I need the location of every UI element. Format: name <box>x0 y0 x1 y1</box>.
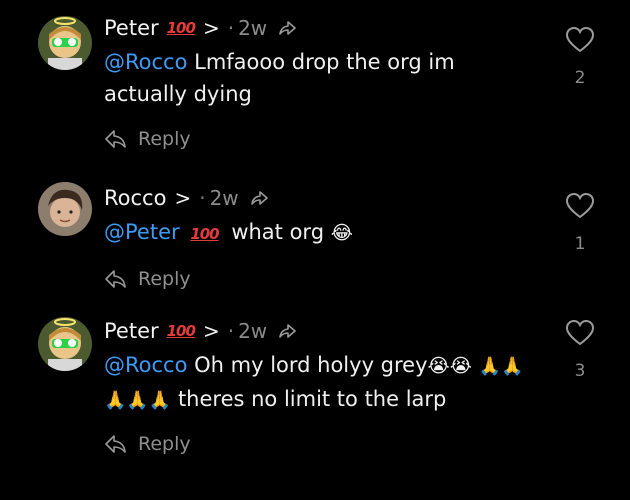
separator-dot: · <box>199 186 206 210</box>
reply-arrow-icon <box>105 130 126 148</box>
reply-button[interactable]: Reply <box>104 128 534 150</box>
author-name[interactable]: Peter <box>104 16 159 40</box>
comment-header: Peter 100 > · 2w <box>104 315 534 347</box>
like-count: 1 <box>574 234 586 254</box>
author-name[interactable]: Rocco <box>104 186 166 210</box>
laughing-emoji-icon: 😂 <box>330 222 353 244</box>
separator-dot: · <box>227 319 235 343</box>
reply-label: Reply <box>138 433 191 455</box>
timestamp: 2w <box>238 319 268 343</box>
reply-button[interactable]: Reply <box>104 433 534 455</box>
comment-text: @Peter 100 what org 😂 <box>104 216 534 250</box>
peter-avatar-icon[interactable] <box>38 16 92 70</box>
timestamp: 2w <box>209 186 239 210</box>
comment-text: @Rocco Oh my lord holyy grey😭😭 🙏🙏🙏🙏🙏 the… <box>104 349 534 417</box>
comment-body-continued: theres no limit to the larp <box>177 387 447 411</box>
author-name[interactable]: Peter <box>104 319 159 343</box>
separator-dot: · <box>227 16 235 40</box>
like-count: 3 <box>574 361 586 381</box>
peter-avatar-icon[interactable] <box>38 317 92 371</box>
hundred-badge-icon: 100 <box>166 19 196 37</box>
mention-link[interactable]: @Rocco <box>104 50 187 74</box>
chevron-right-icon[interactable]: > <box>174 186 191 210</box>
rocco-avatar-icon[interactable] <box>38 182 92 236</box>
crying-emoji-icon: 😭😭 <box>427 355 472 377</box>
reply-arrow-icon <box>105 270 126 288</box>
chevron-right-icon[interactable]: > <box>203 319 220 343</box>
comment-body: Oh my lord holyy grey <box>194 353 428 377</box>
share-icon[interactable] <box>277 18 297 38</box>
hundred-badge-icon: 100 <box>190 225 219 243</box>
timestamp: 2w <box>238 16 268 40</box>
share-icon[interactable] <box>277 321 297 341</box>
comment-text: @Rocco Lmfaooo drop the org im actually … <box>104 46 534 110</box>
reply-label: Reply <box>138 268 191 290</box>
like-button[interactable]: 2 <box>565 26 595 88</box>
reply-arrow-icon <box>105 435 126 453</box>
like-button[interactable]: 3 <box>565 319 595 381</box>
heart-icon[interactable] <box>565 319 595 347</box>
reply-button[interactable]: Reply <box>104 268 534 290</box>
comment-body: what org <box>231 220 325 244</box>
mention-link[interactable]: @Peter <box>104 220 180 244</box>
comment-header: Rocco > · 2w <box>104 182 534 214</box>
comment-header: Peter 100 > · 2w <box>104 12 534 44</box>
like-button[interactable]: 1 <box>565 192 595 254</box>
heart-icon[interactable] <box>565 26 595 54</box>
mention-link[interactable]: @Rocco <box>104 353 187 377</box>
chevron-right-icon[interactable]: > <box>203 16 220 40</box>
hundred-badge-icon: 100 <box>166 322 196 340</box>
heart-icon[interactable] <box>565 192 595 220</box>
share-icon[interactable] <box>249 188 269 208</box>
like-count: 2 <box>574 68 586 88</box>
reply-label: Reply <box>138 128 191 150</box>
